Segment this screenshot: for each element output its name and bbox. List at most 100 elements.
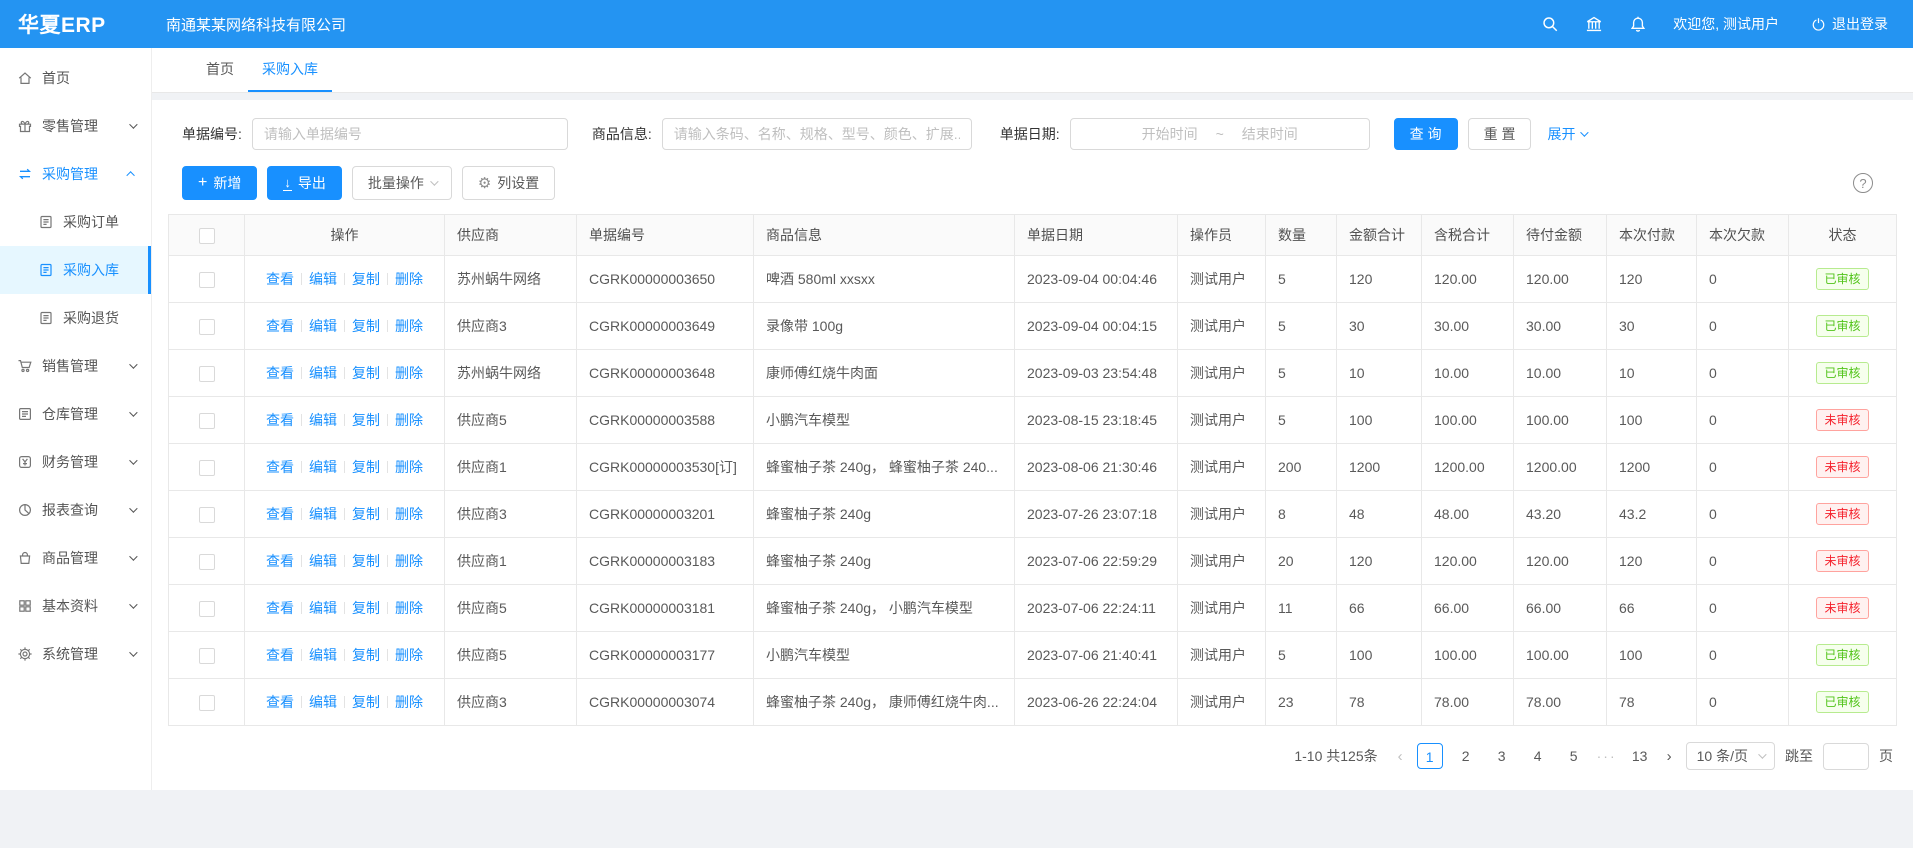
delete-link[interactable]: 删除 (395, 365, 423, 381)
sidebar-item-home[interactable]: 首页 (0, 54, 151, 102)
delete-link[interactable]: 删除 (395, 318, 423, 334)
search-button[interactable]: 查 询 (1394, 118, 1458, 150)
divider (344, 273, 345, 285)
product-info-input[interactable] (662, 118, 972, 150)
copy-link[interactable]: 复制 (352, 694, 380, 710)
col-actions: 操作 (245, 215, 445, 256)
sidebar-item-basic-data[interactable]: 基本资料 (0, 582, 151, 630)
sidebar-item-retail[interactable]: 零售管理 (0, 102, 151, 150)
next-page-button[interactable]: › (1663, 748, 1676, 765)
edit-link[interactable]: 编辑 (309, 459, 337, 475)
row-checkbox[interactable] (199, 366, 215, 382)
copy-link[interactable]: 复制 (352, 271, 380, 287)
bell-icon[interactable] (1629, 15, 1647, 33)
view-link[interactable]: 查看 (266, 459, 294, 475)
row-checkbox[interactable] (199, 507, 215, 523)
delete-link[interactable]: 删除 (395, 647, 423, 663)
view-link[interactable]: 查看 (266, 600, 294, 616)
row-checkbox[interactable] (199, 460, 215, 476)
sidebar-item-system[interactable]: 系统管理 (0, 630, 151, 678)
edit-link[interactable]: 编辑 (309, 647, 337, 663)
copy-link[interactable]: 复制 (352, 553, 380, 569)
view-link[interactable]: 查看 (266, 694, 294, 710)
export-button[interactable]: ↓导出 (267, 166, 342, 200)
page-number-1[interactable]: 1 (1417, 743, 1443, 769)
row-checkbox[interactable] (199, 319, 215, 335)
copy-link[interactable]: 复制 (352, 600, 380, 616)
view-link[interactable]: 查看 (266, 365, 294, 381)
tab-purchase-inbound[interactable]: 采购入库 (248, 48, 332, 92)
page-number-3[interactable]: 3 (1489, 743, 1515, 769)
logout-button[interactable]: 退出登录 (1811, 14, 1888, 34)
delete-link[interactable]: 删除 (395, 271, 423, 287)
edit-link[interactable]: 编辑 (309, 271, 337, 287)
page-number-5[interactable]: 5 (1561, 743, 1587, 769)
copy-link[interactable]: 复制 (352, 365, 380, 381)
copy-link[interactable]: 复制 (352, 412, 380, 428)
copy-link[interactable]: 复制 (352, 459, 380, 475)
pagination-ellipsis[interactable]: ··· (1597, 748, 1617, 764)
select-all-checkbox[interactable] (199, 228, 215, 244)
jump-page-input[interactable] (1823, 743, 1869, 770)
sidebar-item-warehouse[interactable]: 仓库管理 (0, 390, 151, 438)
page-number-4[interactable]: 4 (1525, 743, 1551, 769)
view-link[interactable]: 查看 (266, 318, 294, 334)
view-link[interactable]: 查看 (266, 647, 294, 663)
sidebar-item-sales[interactable]: 销售管理 (0, 342, 151, 390)
edit-link[interactable]: 编辑 (309, 694, 337, 710)
row-checkbox[interactable] (199, 554, 215, 570)
reset-button[interactable]: 重 置 (1468, 118, 1532, 150)
row-checkbox[interactable] (199, 695, 215, 711)
chevron-up-icon (126, 171, 134, 179)
edit-link[interactable]: 编辑 (309, 318, 337, 334)
platform-icon[interactable] (1585, 15, 1603, 33)
add-button[interactable]: +新增 (182, 166, 257, 200)
page-size-select[interactable]: 10 条/页 (1686, 742, 1775, 770)
sidebar-item-finance[interactable]: 财务管理 (0, 438, 151, 486)
copy-link[interactable]: 复制 (352, 318, 380, 334)
delete-link[interactable]: 删除 (395, 553, 423, 569)
expand-link[interactable]: 展开 (1547, 124, 1586, 144)
prev-page-button[interactable]: ‹ (1394, 748, 1407, 765)
batch-actions-button[interactable]: 批量操作 (352, 166, 452, 200)
delete-link[interactable]: 删除 (395, 459, 423, 475)
view-link[interactable]: 查看 (266, 506, 294, 522)
sidebar-item-reports[interactable]: 报表查询 (0, 486, 151, 534)
row-checkbox[interactable] (199, 601, 215, 617)
help-icon[interactable]: ? (1853, 173, 1873, 193)
edit-link[interactable]: 编辑 (309, 365, 337, 381)
edit-link[interactable]: 编辑 (309, 553, 337, 569)
edit-link[interactable]: 编辑 (309, 506, 337, 522)
delete-link[interactable]: 删除 (395, 694, 423, 710)
page-number-2[interactable]: 2 (1453, 743, 1479, 769)
sidebar-item-purchase-order[interactable]: 采购订单 (0, 198, 151, 246)
col-date: 单据日期 (1015, 215, 1178, 256)
sidebar-item-purchase[interactable]: 采购管理 (0, 150, 151, 198)
view-link[interactable]: 查看 (266, 271, 294, 287)
delete-link[interactable]: 删除 (395, 600, 423, 616)
sidebar-item-label: 商品管理 (42, 548, 98, 568)
row-checkbox[interactable] (199, 272, 215, 288)
sidebar-item-purchase-inbound[interactable]: 采购入库 (0, 246, 151, 294)
cell-date: 2023-07-06 22:24:11 (1015, 585, 1178, 632)
page-number-13[interactable]: 13 (1627, 743, 1653, 769)
row-checkbox[interactable] (199, 648, 215, 664)
delete-link[interactable]: 删除 (395, 412, 423, 428)
sidebar-item-goods[interactable]: 商品管理 (0, 534, 151, 582)
tab-home[interactable]: 首页 (192, 48, 248, 92)
edit-link[interactable]: 编辑 (309, 412, 337, 428)
view-link[interactable]: 查看 (266, 553, 294, 569)
copy-link[interactable]: 复制 (352, 506, 380, 522)
app-logo[interactable]: 华夏ERP (0, 9, 152, 39)
bill-no-input[interactable] (252, 118, 568, 150)
date-range-input[interactable]: 开始时间 ~ 结束时间 (1070, 118, 1370, 150)
delete-link[interactable]: 删除 (395, 506, 423, 522)
search-icon[interactable] (1541, 15, 1559, 33)
edit-link[interactable]: 编辑 (309, 600, 337, 616)
row-checkbox[interactable] (199, 413, 215, 429)
sidebar-item-purchase-return[interactable]: 采购退货 (0, 294, 151, 342)
column-settings-button[interactable]: 列设置 (462, 166, 555, 200)
pagination: 1-10 共125条 ‹ 1 2 3 4 5 ··· 13 › 10 条/页 跳… (168, 742, 1897, 770)
copy-link[interactable]: 复制 (352, 647, 380, 663)
view-link[interactable]: 查看 (266, 412, 294, 428)
